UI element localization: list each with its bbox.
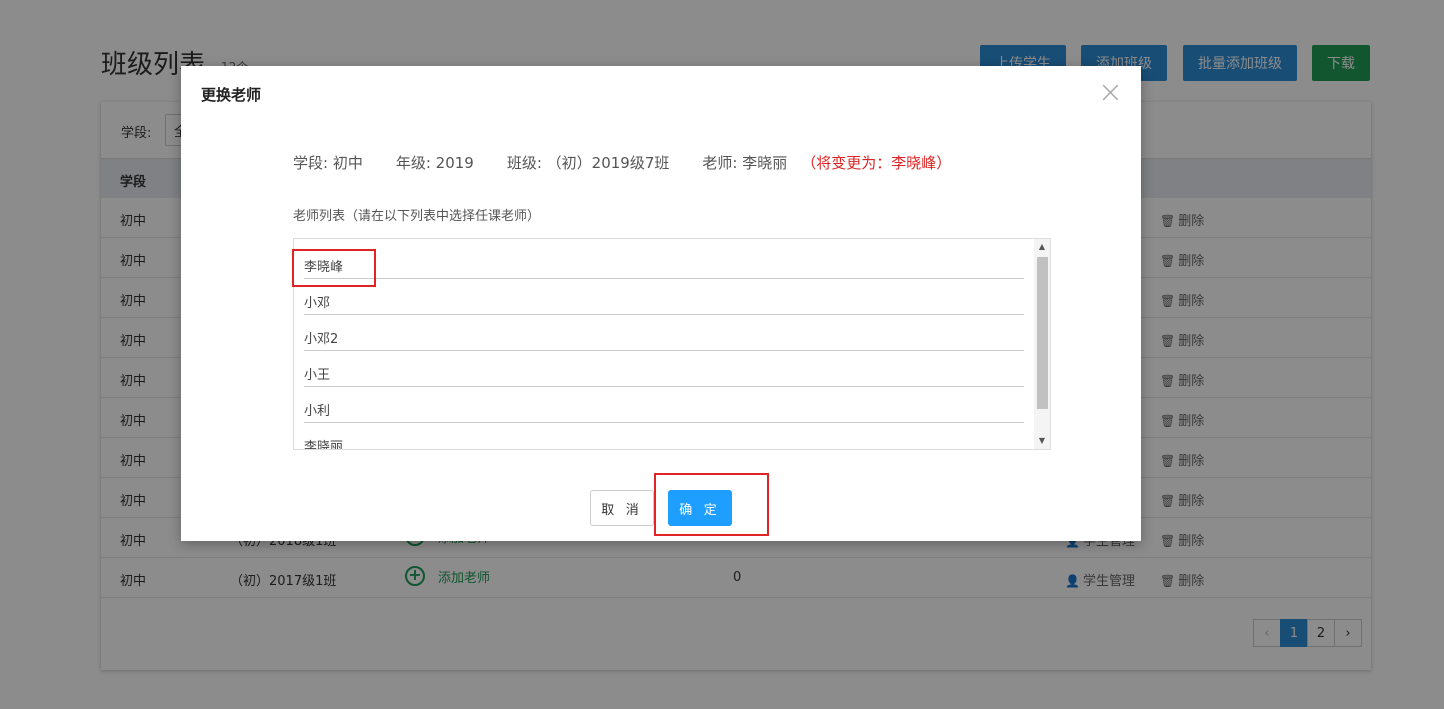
scroll-down-arrow-icon[interactable]: ▼ xyxy=(1034,433,1050,449)
teacher-option[interactable]: 小利 xyxy=(304,387,1024,423)
cancel-button[interactable]: 取 消 xyxy=(590,490,654,526)
info-grade: 年级: 2019 xyxy=(395,154,474,172)
change-teacher-dialog: 更换老师 × 学段: 初中 年级: 2019 班级: （初）2019级7班 老师… xyxy=(181,66,1141,541)
info-class: 班级: （初）2019级7班 xyxy=(506,154,670,172)
teacher-name: 小利 xyxy=(304,404,331,419)
info-change-notice: （将变更为：李晓峰） xyxy=(801,154,952,172)
teacher-option[interactable]: 小邓2 xyxy=(304,315,1024,351)
info-teacher: 老师: 李晓丽 xyxy=(702,154,788,172)
dialog-title: 更换老师 xyxy=(201,86,262,104)
teacher-name: 小邓 xyxy=(304,296,331,311)
teacher-name: 小王 xyxy=(304,368,331,383)
teacher-option[interactable]: 小王 xyxy=(304,351,1024,387)
teacher-option[interactable]: 李晓丽 xyxy=(304,423,1024,450)
teacher-name: 小邓2 xyxy=(304,332,339,347)
selected-teacher-highlight xyxy=(292,249,376,287)
teacher-list-scrollbar[interactable]: ▲ ▼ xyxy=(1034,239,1050,449)
class-info: 学段: 初中 年级: 2019 班级: （初）2019级7班 老师: 李晓丽 （… xyxy=(293,152,984,173)
teacher-option[interactable]: 李晓峰 xyxy=(304,243,1024,279)
close-icon[interactable]: × xyxy=(1098,78,1123,108)
teacher-name: 李晓丽 xyxy=(304,440,344,450)
info-stage: 学段: 初中 xyxy=(293,154,363,172)
scroll-thumb[interactable] xyxy=(1037,257,1048,409)
scroll-up-arrow-icon[interactable]: ▲ xyxy=(1034,239,1050,255)
teacher-list[interactable]: 李晓峰小邓小邓2 小王小利李晓丽 ▲ ▼ xyxy=(293,238,1051,450)
teacher-list-caption: 老师列表（请在以下列表中选择任课老师） xyxy=(293,209,541,224)
confirm-button-highlight xyxy=(654,473,769,536)
teacher-option[interactable]: 小邓 xyxy=(304,279,1024,315)
